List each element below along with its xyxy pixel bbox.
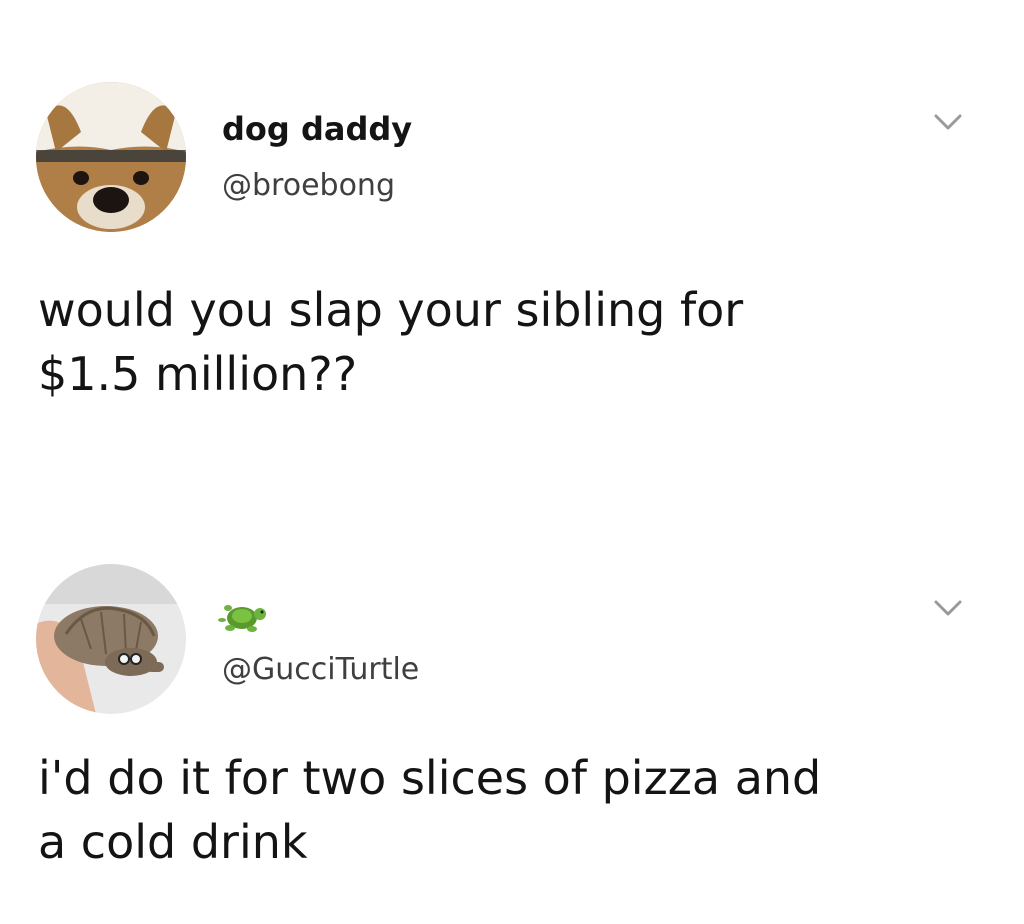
dog-photo-avatar-icon xyxy=(36,82,186,232)
display-name[interactable]: dog daddy xyxy=(222,110,412,148)
turtle-avatar[interactable] xyxy=(36,564,186,714)
chevron-down-icon[interactable] xyxy=(930,110,966,134)
turtle-photo-avatar-icon xyxy=(36,564,186,714)
user-handle[interactable]: @broebong xyxy=(222,168,395,203)
tweet-original[interactable]: dog daddy @broebong would you slap your … xyxy=(0,0,1024,460)
user-handle[interactable]: @GucciTurtle xyxy=(222,652,419,687)
tweet-reply[interactable]: @GucciTurtle i'd do it for two slices of… xyxy=(0,540,1024,924)
tweet-text: i'd do it for two slices of pizza and a … xyxy=(38,751,822,869)
turtle-emoji-icon[interactable] xyxy=(218,594,268,636)
dog-avatar[interactable] xyxy=(36,82,186,232)
tweet-text: would you slap your sibling for $1.5 mil… xyxy=(38,283,744,401)
chevron-down-icon[interactable] xyxy=(930,596,966,620)
